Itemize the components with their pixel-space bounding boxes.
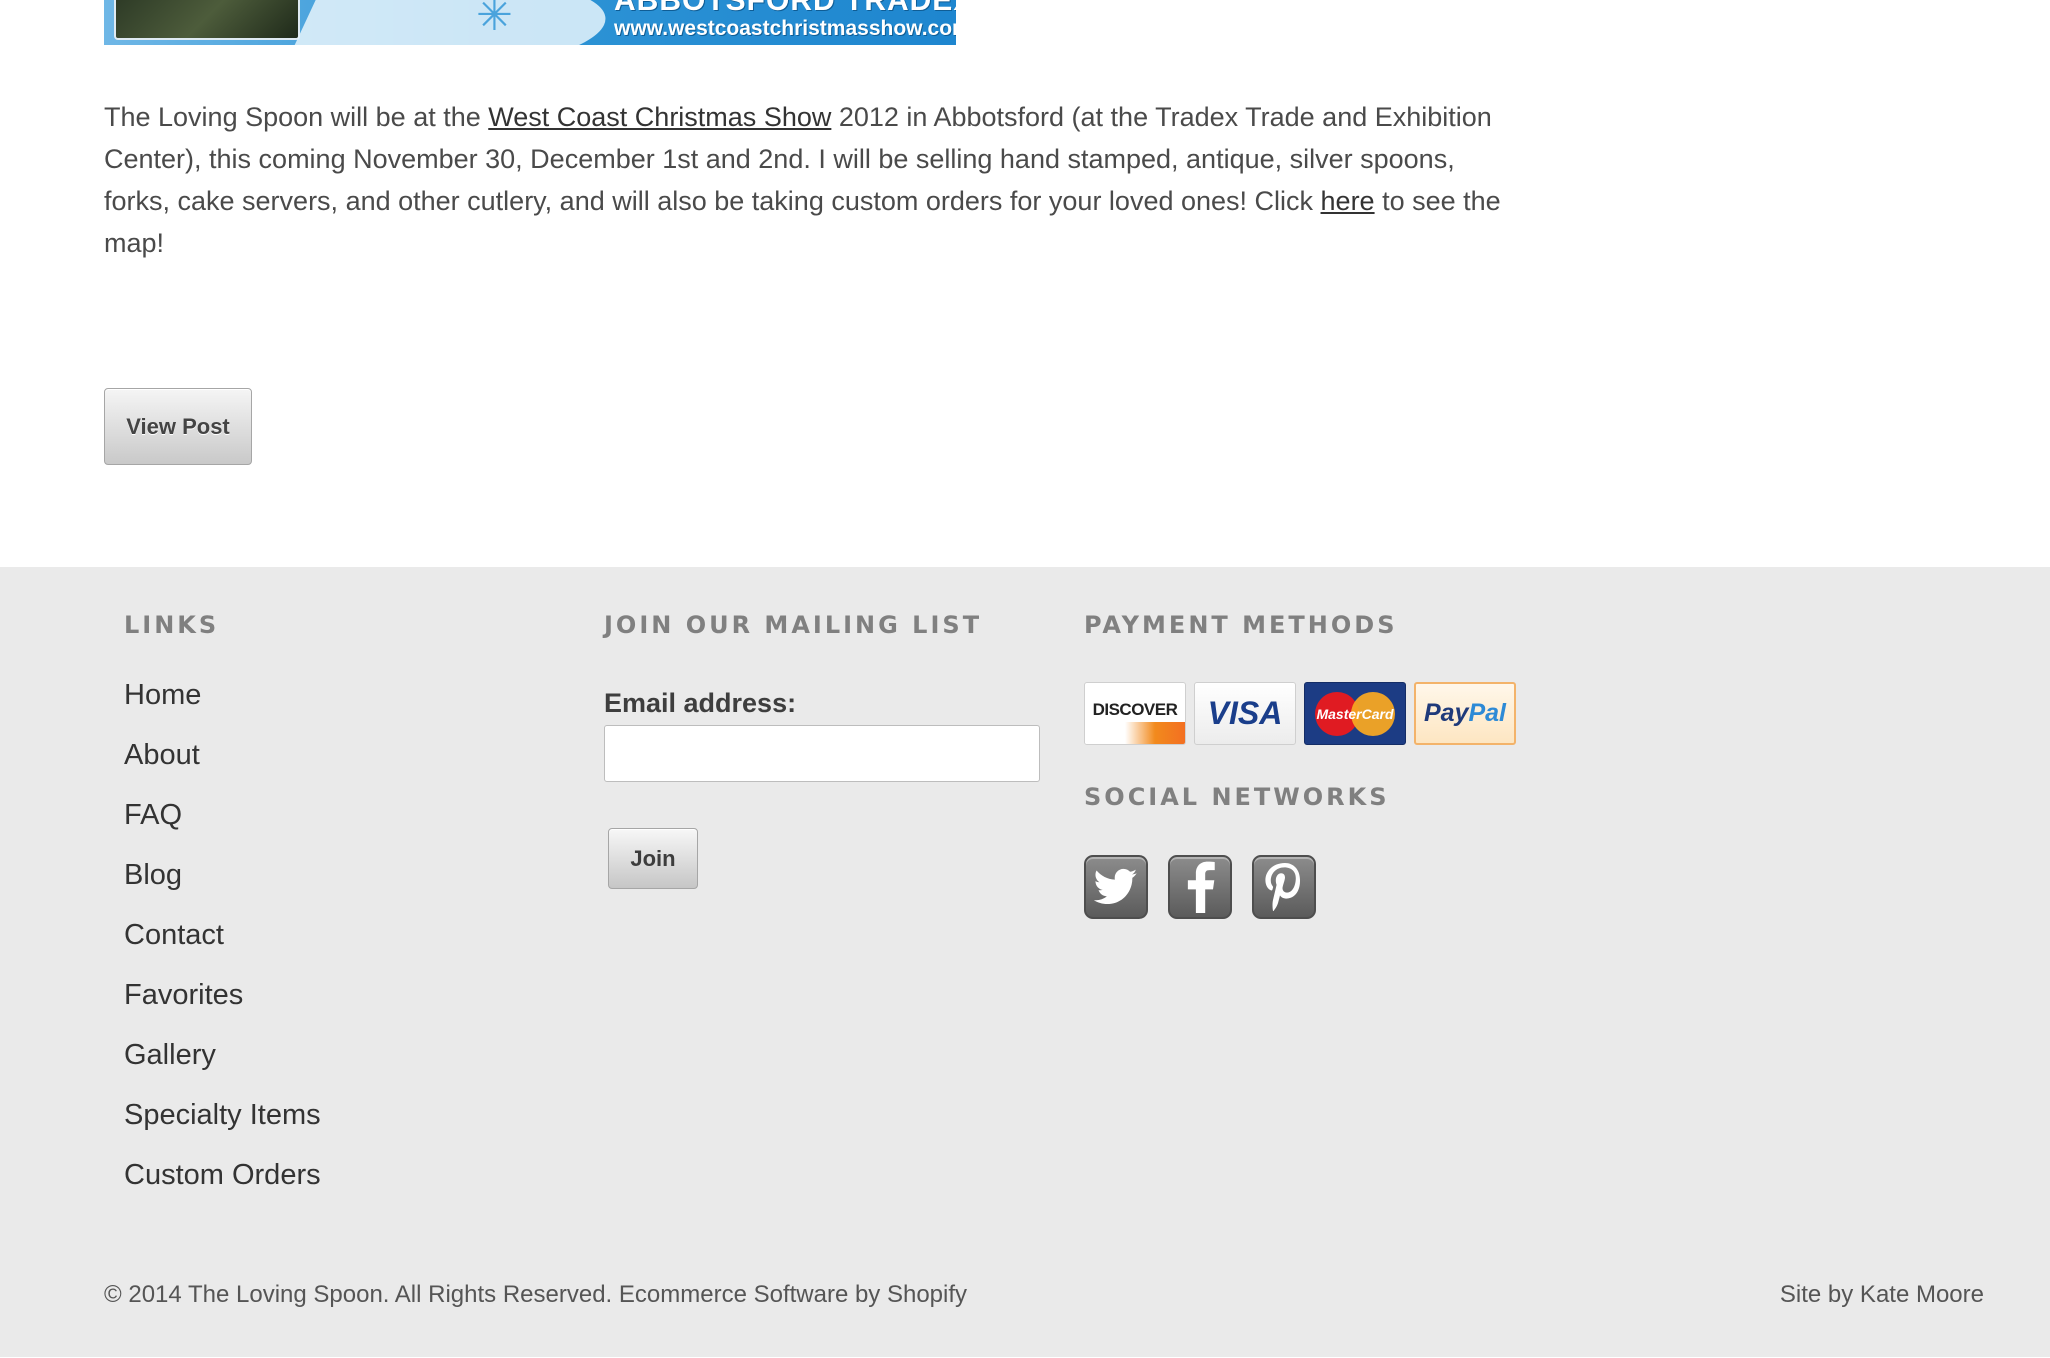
footer-link-item: Favorites	[124, 977, 321, 1037]
footer-link-item: Custom Orders	[124, 1157, 321, 1217]
footer-link-faq[interactable]: FAQ	[124, 799, 182, 831]
pinterest-icon[interactable]	[1252, 855, 1316, 919]
social-links	[1084, 855, 1316, 919]
links-heading: LINKS	[124, 611, 220, 639]
snowflake-icon: ✳	[476, 0, 513, 41]
footer-link-blog[interactable]: Blog	[124, 859, 182, 891]
footer-link-item: About	[124, 737, 321, 797]
footer-link-item: Blog	[124, 857, 321, 917]
mastercard-icon: MasterCard	[1304, 682, 1406, 745]
site-footer: LINKS Home About FAQ Blog Contact Favori…	[0, 567, 2050, 1358]
facebook-icon[interactable]	[1168, 855, 1232, 919]
footer-link-custom-orders[interactable]: Custom Orders	[124, 1159, 321, 1191]
footer-link-item: Home	[124, 677, 321, 737]
west-coast-christmas-show-link[interactable]: West Coast Christmas Show	[488, 102, 831, 132]
email-input[interactable]	[604, 725, 1040, 782]
banner-url: www.westcoastchristmasshow.com	[614, 17, 956, 40]
footer-link-item: Gallery	[124, 1037, 321, 1097]
banner-swoosh	[283, 0, 625, 45]
join-button[interactable]: Join	[608, 828, 698, 889]
footer-link-item: Specialty Items	[124, 1097, 321, 1157]
post-text-1: The Loving Spoon will be at the	[104, 102, 489, 132]
banner-photo	[114, 0, 300, 40]
site-by-link[interactable]: Site by Kate Moore	[1780, 1281, 1984, 1309]
social-networks-heading: SOCIAL NETWORKS	[1084, 783, 1390, 811]
payment-methods: DISCOVER VISA MasterCard Pay Pal	[1084, 682, 1516, 745]
banner-title: ABBOTSFORD TRADEX	[614, 0, 956, 17]
footer-link-item: FAQ	[124, 797, 321, 857]
view-post-button[interactable]: View Post	[104, 388, 252, 465]
footer-links: Home About FAQ Blog Contact Favorites Ga…	[124, 677, 321, 1217]
discover-label: DISCOVER	[1092, 699, 1178, 719]
mastercard-label: MasterCard	[1316, 705, 1394, 722]
footer-link-favorites[interactable]: Favorites	[124, 979, 243, 1011]
footer-link-contact[interactable]: Contact	[124, 919, 224, 951]
footer-link-item: Contact	[124, 917, 321, 977]
email-label: Email address:	[604, 688, 797, 718]
visa-card-icon: VISA	[1194, 682, 1296, 745]
mailing-list-heading: JOIN OUR MAILING LIST	[604, 611, 983, 639]
paypal-icon: Pay Pal	[1414, 682, 1516, 745]
twitter-icon[interactable]	[1084, 855, 1148, 919]
christmas-show-banner[interactable]: ✳ ABBOTSFORD TRADEX www.westcoastchristm…	[104, 0, 956, 45]
payment-methods-heading: PAYMENT METHODS	[1084, 611, 1398, 639]
paypal-label-pay: Pay	[1423, 699, 1469, 727]
footer-link-gallery[interactable]: Gallery	[124, 1039, 216, 1071]
map-link[interactable]: here	[1321, 186, 1375, 216]
post-body: The Loving Spoon will be at the West Coa…	[104, 96, 1504, 264]
footer-link-about[interactable]: About	[124, 739, 200, 771]
paypal-label-pal: Pal	[1468, 699, 1506, 727]
footer-link-specialty-items[interactable]: Specialty Items	[124, 1099, 321, 1131]
footer-link-home[interactable]: Home	[124, 679, 201, 711]
discover-card-icon: DISCOVER	[1084, 682, 1186, 745]
copyright-text: © 2014 The Loving Spoon. All Rights Rese…	[104, 1281, 968, 1308]
visa-label: VISA	[1207, 695, 1283, 731]
